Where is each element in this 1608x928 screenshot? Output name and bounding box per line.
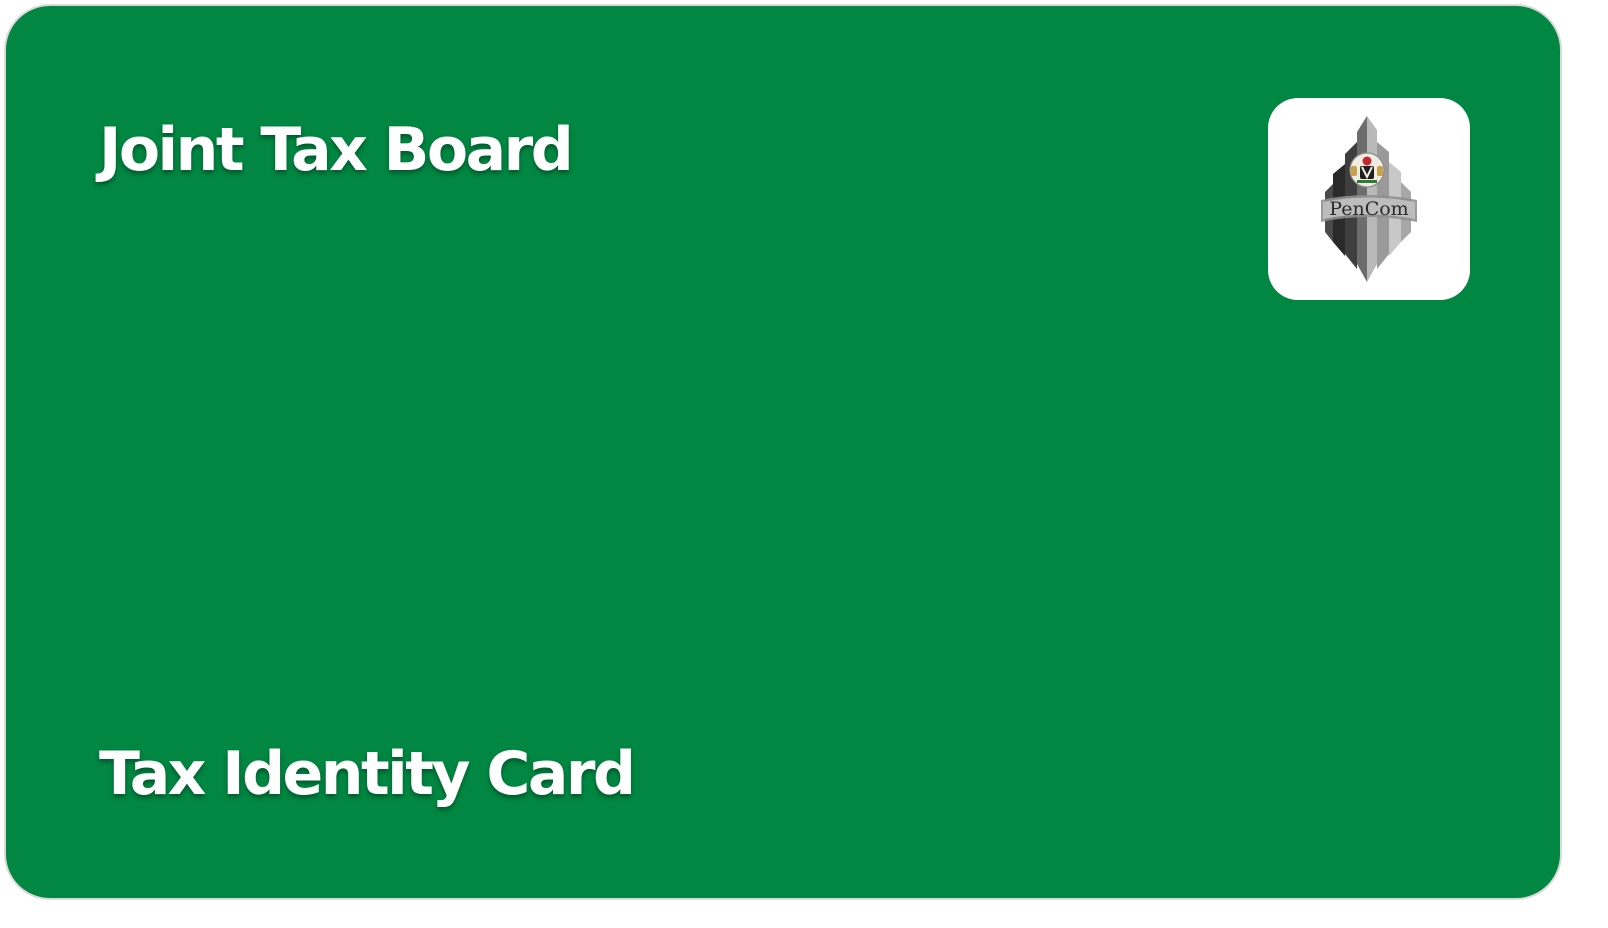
tax-identity-card: Joint Tax Board PenCom Tax Identity Card: [4, 4, 1562, 900]
pencom-logo-icon: PenCom: [1321, 116, 1417, 282]
card-title: Joint Tax Board: [99, 115, 574, 185]
card-subtitle: Tax Identity Card: [99, 739, 636, 809]
logo-tile: PenCom: [1268, 98, 1470, 300]
logo-text: PenCom: [1329, 198, 1408, 220]
